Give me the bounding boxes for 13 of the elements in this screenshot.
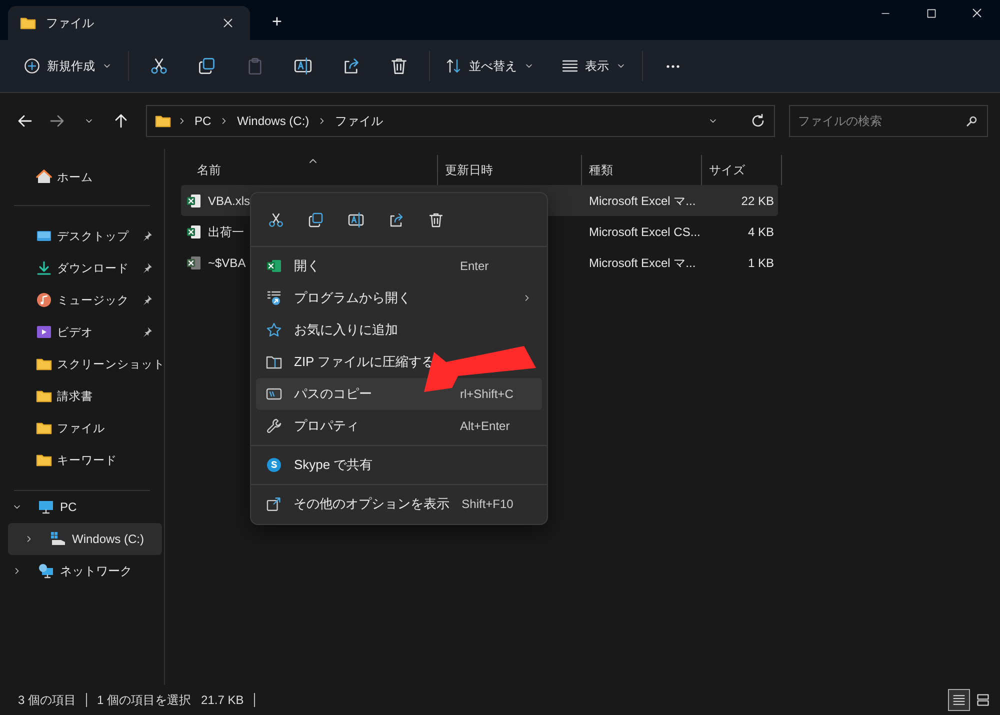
file-name: ~$VBA — [208, 254, 246, 270]
tab-title: ファイル — [46, 14, 95, 32]
selection-size: 21.7 KB — [201, 693, 244, 707]
file-name: VBA.xls — [208, 192, 250, 208]
file-type: Microsoft Excel CS... — [588, 224, 702, 240]
selection-count: 1 個の項目を選択 — [97, 692, 192, 708]
file-size: 22 KB — [740, 192, 775, 208]
file-name: 出荷一 — [208, 224, 244, 240]
item-count: 3 個の項目 — [18, 692, 76, 708]
file-size: 4 KB — [746, 224, 775, 240]
file-type: Microsoft Excel マ... — [588, 192, 697, 208]
file-size: 1 KB — [746, 254, 775, 270]
file-type: Microsoft Excel マ... — [588, 254, 697, 270]
